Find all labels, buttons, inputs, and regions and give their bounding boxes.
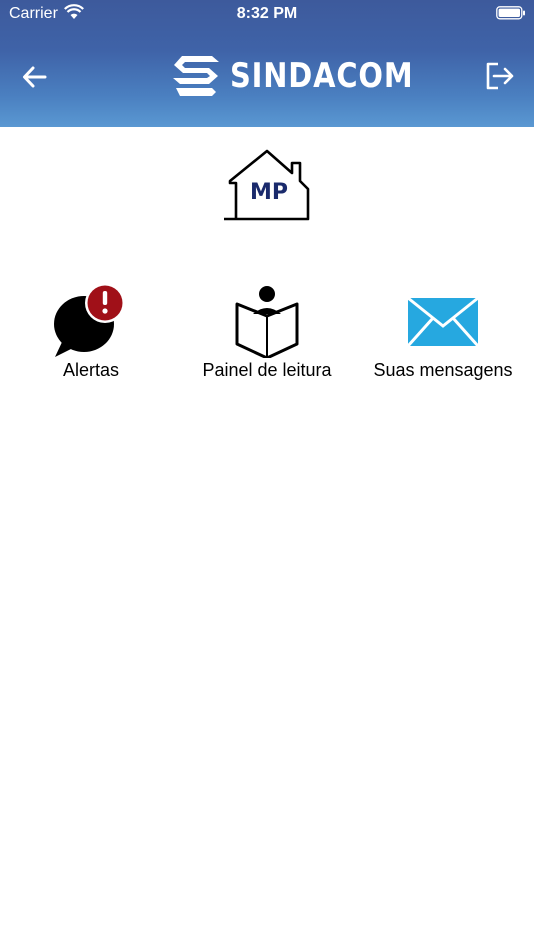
menu-item-suas-mensagens[interactable]: Suas mensagens (354, 282, 532, 381)
status-bar: Carrier 8:32 PM (0, 0, 534, 28)
sindacom-s-icon (173, 56, 219, 96)
envelope-icon (406, 296, 480, 347)
back-arrow-icon (23, 66, 47, 88)
menu-label-painel-de-leitura: Painel de leitura (202, 360, 332, 380)
menu-item-alertas[interactable]: Alertas (2, 282, 180, 381)
alert-chat-icon (54, 283, 125, 357)
reader-book-icon (235, 286, 299, 358)
house-icon: MP (224, 149, 310, 221)
logout-icon (486, 62, 514, 90)
battery-icon (496, 6, 526, 25)
menu-label-alertas: Alertas (62, 360, 120, 380)
menu-label-suas-mensagens: Suas mensagens (373, 360, 513, 380)
menu-item-painel-de-leitura[interactable]: Painel de leitura (178, 282, 356, 381)
house-logo: MP (222, 149, 312, 228)
back-button[interactable] (20, 62, 50, 92)
logout-button[interactable] (484, 60, 516, 92)
house-logo-text: MP (250, 180, 288, 205)
brand-name: SINDACOM (230, 56, 414, 96)
brand-logo: SINDACOM (172, 54, 446, 98)
status-time: 8:32 PM (236, 5, 298, 22)
app-header: Carrier 8:32 PM SINDACOM (0, 0, 534, 127)
